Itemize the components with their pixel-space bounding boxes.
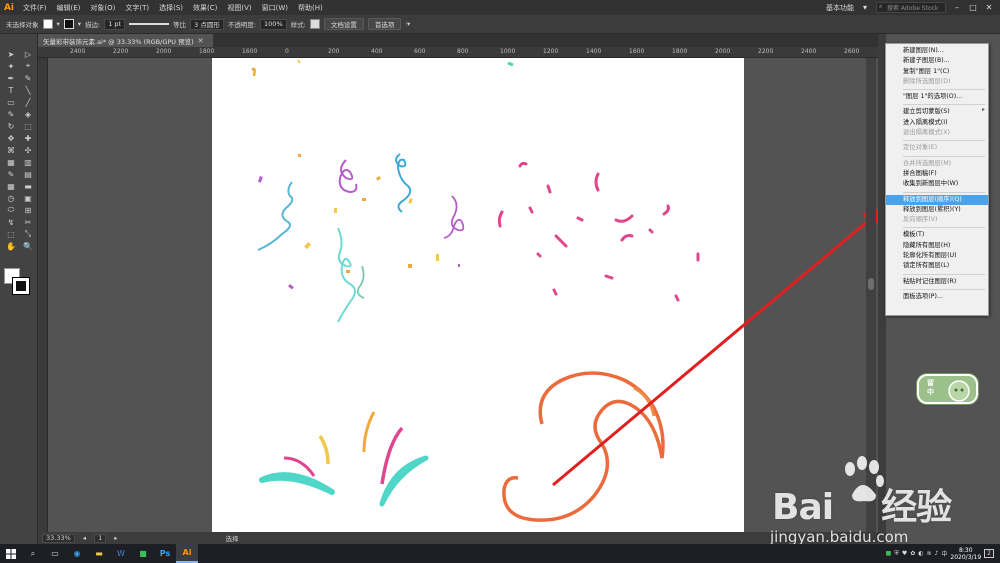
watermark-brand-a: Bai	[772, 487, 834, 528]
watermark-brand-b: 经验	[881, 487, 952, 528]
tray-icon[interactable]: ♥	[902, 550, 907, 557]
camtasia-icon[interactable]: ■	[132, 544, 154, 563]
menu-separator	[903, 89, 985, 91]
baidu-watermark: Bai 经验 jingyan.baidu.com	[768, 455, 998, 555]
ime-icon[interactable]: 中	[941, 549, 947, 558]
layers-menu-item[interactable]: 释放到图层(顺序)(Q)	[886, 194, 988, 205]
widget-mascot-icon	[948, 380, 970, 402]
menu-separator	[903, 191, 985, 193]
system-tray: ■ ⛨ ♥ ✿ ◐ ≋ ♪ 中 8:30 2020/3/19 2	[886, 544, 1000, 563]
watermark-brand: Bai 经验	[772, 478, 952, 530]
layers-menu-item[interactable]: 锁定所有图层(L)	[886, 261, 988, 271]
notification-icon[interactable]: 2	[984, 549, 994, 558]
prev-artboard-icon[interactable]: ◂	[83, 534, 86, 542]
menu-separator	[903, 288, 985, 290]
layers-menu-item[interactable]: 隐藏所有图层(H)	[886, 241, 988, 251]
wifi-icon[interactable]: ≋	[927, 550, 932, 557]
submenu-arrow-icon: ▸	[981, 106, 985, 113]
windows-start-icon[interactable]	[0, 544, 22, 563]
tray-icon[interactable]: ◐	[918, 550, 923, 557]
layers-menu-item[interactable]: 进入隔离模式(I)	[886, 118, 988, 128]
layers-menu-item: 合并所选图层(M)	[903, 159, 952, 167]
illustrator-window: Ai 文件(F) 编辑(E) 对象(O) 文字(T) 选择(S) 效果(C) 视图(V) 窗口…	[0, 0, 1000, 563]
layers-menu-item[interactable]: 复制"图层 1"(C)	[886, 67, 988, 77]
windows-taskbar: ⌕ ▭ ◉ ▬ W ■ Ps Ai ■ ⛨ ♥ ✿ ◐ ≋ ♪ 中 8:30 2…	[0, 544, 1000, 563]
menu-separator	[903, 104, 985, 106]
menu-separator	[903, 140, 985, 142]
zoom-field[interactable]: 33.33%	[42, 533, 75, 543]
layers-menu-item[interactable]: 新建子图层(B)...	[886, 56, 988, 66]
layers-menu-item[interactable]: "图层 1"的选项(O)...	[886, 92, 988, 102]
layers-menu-item[interactable]: 拼合图稿(F)	[886, 169, 988, 179]
layers-menu-item: 反向顺序(V)	[903, 216, 938, 224]
layers-menu-item: 删除所选图层(D)	[903, 77, 951, 85]
menu-separator	[903, 227, 985, 229]
menu-separator	[903, 273, 985, 275]
file-explorer-icon[interactable]: ▬	[88, 544, 110, 563]
tray-icon[interactable]: ✿	[910, 550, 915, 557]
status-bar: 33.33% ◂ 1 ▸ 选择	[38, 532, 878, 544]
word-icon[interactable]: W	[110, 544, 132, 563]
layers-menu-item: 定位对象(E)	[903, 144, 938, 152]
menu-separator	[903, 155, 985, 157]
illustrator-icon[interactable]: Ai	[176, 544, 198, 563]
layers-menu-item[interactable]: 新建图层(N)...	[886, 46, 988, 56]
tray-icon[interactable]: ■	[886, 550, 892, 557]
clock-date: 2020/3/19	[950, 553, 982, 561]
photoshop-icon[interactable]: Ps	[154, 544, 176, 563]
search-icon[interactable]: ⌕	[22, 544, 44, 563]
browser-icon[interactable]: ◉	[66, 544, 88, 563]
next-artboard-icon[interactable]: ▸	[114, 534, 117, 542]
layers-panel-menu: ▸ 新建图层(N)... 新建子图层(B)... 复制"图层 1"(C) 删除所选图层…	[885, 43, 989, 316]
widget-text: 留 中	[927, 379, 934, 397]
layers-menu-item: 退出隔离模式(X)	[903, 129, 951, 137]
widget-text-line: 中	[927, 388, 934, 396]
current-tool-status: 选择	[225, 535, 239, 543]
artboard-number-field[interactable]: 1	[94, 533, 107, 543]
shield-icon[interactable]: ⛨	[894, 550, 899, 558]
layers-menu-item[interactable]: 轮廓化所有图层(U)	[886, 251, 988, 261]
widget-text-line: 留	[927, 379, 934, 387]
layers-menu-item[interactable]: 收集到新图层中(W)	[886, 179, 988, 189]
layers-menu-item[interactable]: 建立剪切蒙版(S)	[886, 107, 988, 117]
layers-menu-item[interactable]: 模板(T)	[886, 230, 988, 240]
task-view-icon[interactable]: ▭	[44, 544, 66, 563]
layers-menu-item[interactable]: 释放到图层(累积)(Y)	[886, 205, 988, 215]
floating-widget[interactable]: 留 中	[917, 374, 978, 404]
clock-time: 8:30	[959, 546, 973, 554]
layers-menu-item[interactable]: 粘贴时记住图层(R)	[886, 277, 988, 287]
clock[interactable]: 8:30 2020/3/19	[950, 547, 981, 561]
scroll-thumb[interactable]	[868, 278, 874, 290]
volume-icon[interactable]: ♪	[935, 550, 939, 557]
layers-menu-item[interactable]: 面板选项(P)...	[886, 292, 988, 302]
